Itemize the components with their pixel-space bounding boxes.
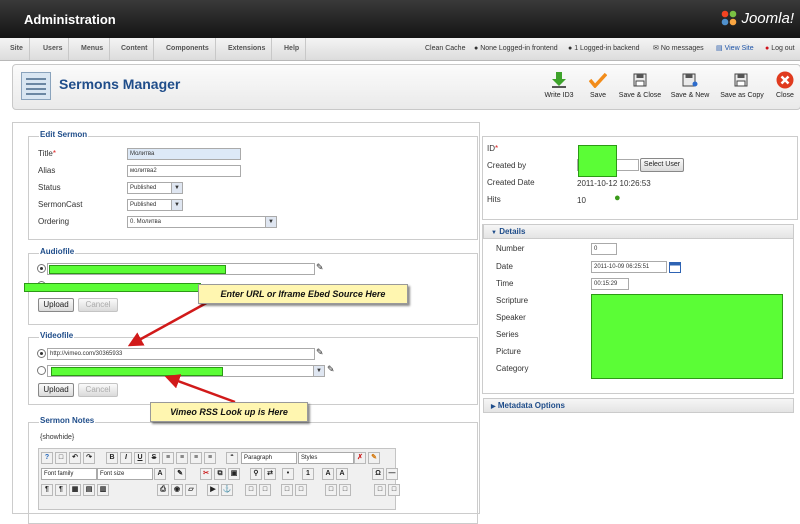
callout-enter-url: Enter URL or Iframe Ebed Source Here [198,284,408,304]
arrow-to-url-field [127,299,211,347]
annotation-arrows [127,299,236,404]
callout-vimeo-rss: Vimeo RSS Look up is Here [150,402,308,422]
arrow-to-rss-select [164,374,236,404]
